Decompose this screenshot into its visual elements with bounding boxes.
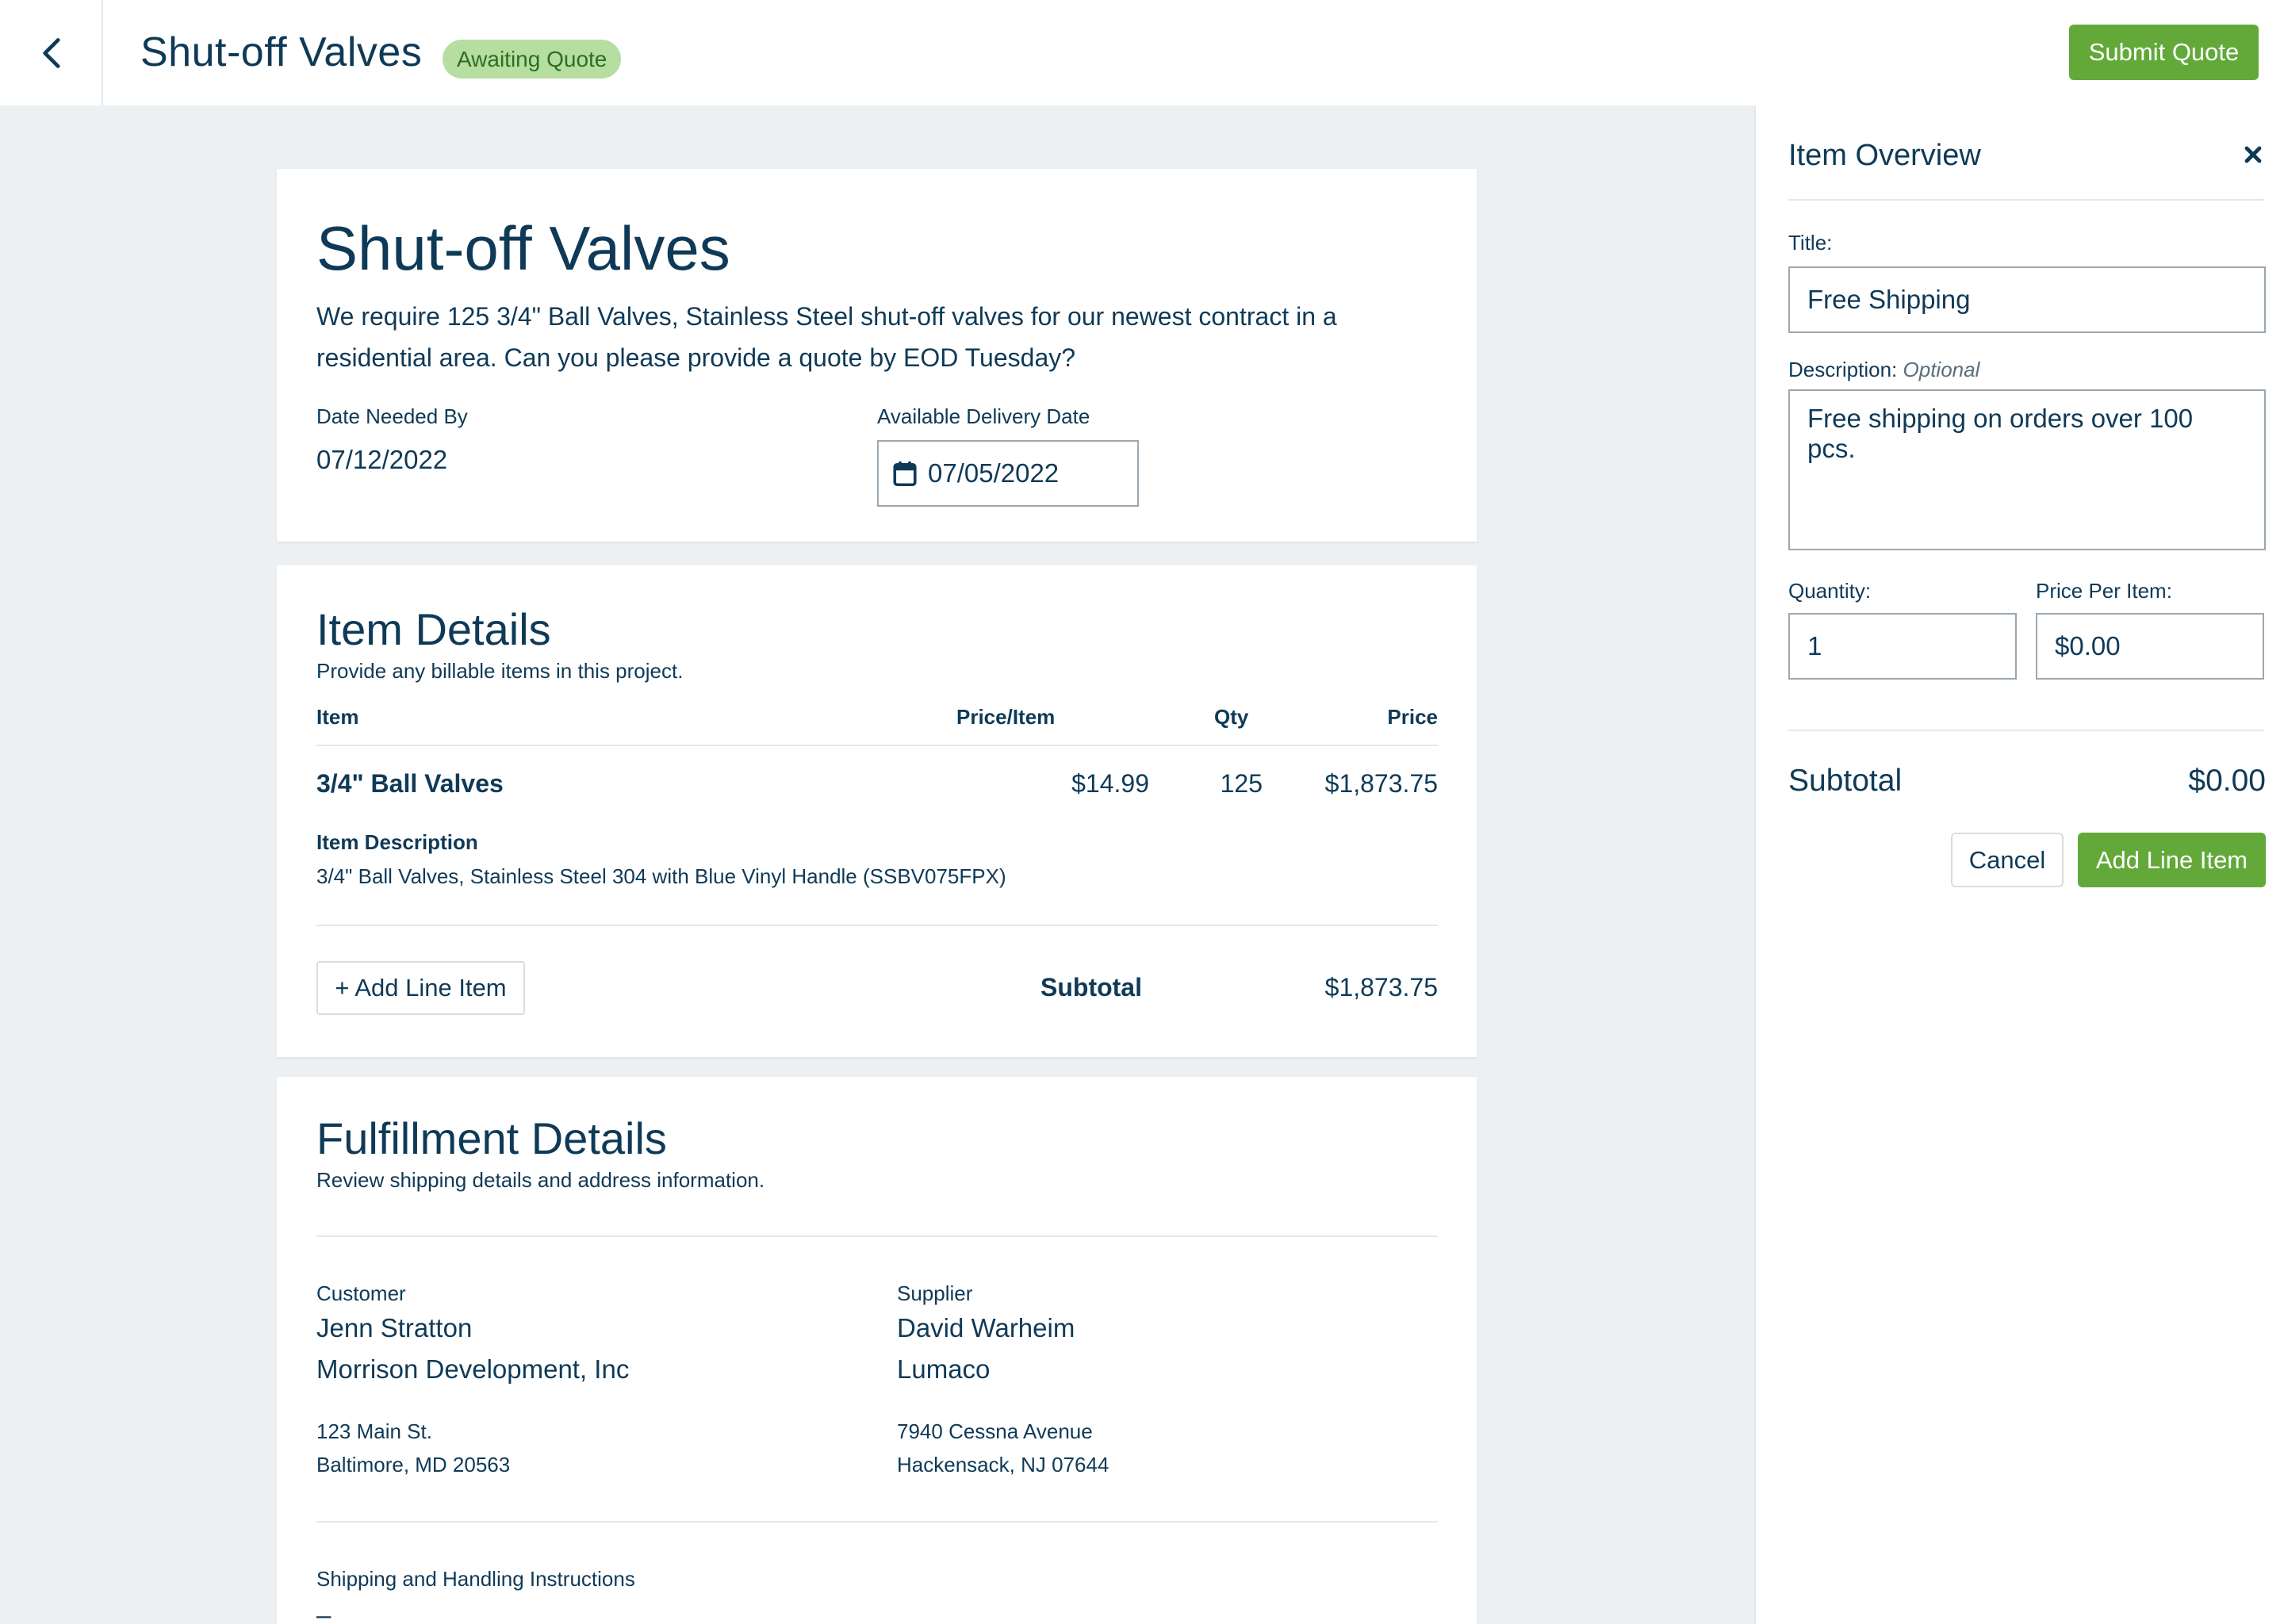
request-card: Shut-off Valves We require 125 3/4" Ball… bbox=[277, 169, 1477, 542]
chevron-left-icon bbox=[43, 37, 60, 68]
price-per-item-field-label: Price Per Item: bbox=[2036, 579, 2172, 603]
fulfillment-divider bbox=[316, 1235, 1438, 1237]
items-subtotal-label: Subtotal bbox=[1040, 973, 1142, 1002]
description-optional-text: Optional bbox=[1903, 358, 1980, 381]
description-label-text: Description: bbox=[1788, 358, 1898, 381]
supplier-company: Lumaco bbox=[897, 1354, 991, 1384]
item-qty: 125 bbox=[1220, 769, 1263, 798]
items-subtotal-value: $1,873.75 bbox=[1324, 973, 1438, 1002]
customer-address-line2: Baltimore, MD 20563 bbox=[316, 1453, 511, 1477]
customer-company: Morrison Development, Inc bbox=[316, 1354, 630, 1384]
title-field-label: Title: bbox=[1788, 231, 1833, 255]
item-details-subtitle: Provide any billable items in this proje… bbox=[316, 659, 684, 683]
supplier-address-line1: 7940 Cessna Avenue bbox=[897, 1419, 1093, 1443]
add-line-item-button[interactable]: + Add Line Item bbox=[316, 961, 525, 1015]
top-bar: Shut-off Valves Awaiting Quote Submit Qu… bbox=[0, 0, 2284, 105]
description-textarea[interactable]: Free shipping on orders over 100 pcs. bbox=[1788, 389, 2266, 550]
calendar-icon bbox=[893, 462, 917, 487]
cancel-button[interactable]: Cancel bbox=[1951, 833, 2064, 887]
col-header-price: Price bbox=[1387, 705, 1438, 729]
date-needed-value: 07/12/2022 bbox=[316, 445, 448, 474]
table-row-divider bbox=[316, 925, 1438, 926]
fulfillment-card: Fulfillment Details Review shipping deta… bbox=[277, 1077, 1477, 1624]
status-badge: Awaiting Quote bbox=[443, 40, 622, 79]
customer-address-line1: 123 Main St. bbox=[316, 1419, 432, 1443]
date-needed-label: Date Needed By bbox=[316, 404, 468, 428]
delivery-date-value: 07/05/2022 bbox=[928, 458, 1060, 488]
delivery-date-input[interactable]: 07/05/2022 bbox=[877, 440, 1139, 507]
delivery-date-label: Available Delivery Date bbox=[877, 404, 1090, 428]
col-header-item: Item bbox=[316, 705, 359, 729]
shipping-instructions-value: – bbox=[316, 1600, 331, 1624]
price-per-item-input[interactable]: $0.00 bbox=[2036, 613, 2264, 680]
item-description: 3/4" Ball Valves, Stainless Steel 304 wi… bbox=[316, 864, 1006, 888]
address-divider bbox=[316, 1521, 1438, 1522]
panel-subtotal-divider bbox=[1788, 730, 2264, 731]
description-field-label: Description: Optional bbox=[1788, 358, 1979, 382]
panel-header-divider bbox=[1788, 199, 2264, 201]
request-description: We require 125 3/4" Ball Valves, Stainle… bbox=[316, 302, 1337, 372]
item-price-per-item: $14.99 bbox=[1071, 769, 1149, 798]
table-header-divider bbox=[316, 745, 1438, 746]
request-title: Shut-off Valves bbox=[316, 213, 730, 283]
supplier-name: David Warheim bbox=[897, 1313, 1075, 1342]
col-header-qty: Qty bbox=[1214, 705, 1249, 729]
panel-title: Item Overview bbox=[1788, 139, 1981, 172]
supplier-label: Supplier bbox=[897, 1281, 973, 1305]
col-header-price-item: Price/Item bbox=[956, 705, 1056, 729]
panel-subtotal-value: $0.00 bbox=[2188, 764, 2266, 798]
shipping-instructions-label: Shipping and Handling Instructions bbox=[316, 1567, 635, 1591]
fulfillment-title: Fulfillment Details bbox=[316, 1113, 667, 1163]
supplier-address-line2: Hackensack, NJ 07644 bbox=[897, 1453, 1109, 1477]
description-textarea-value: Free shipping on orders over 100 pcs. bbox=[1807, 404, 2194, 463]
page-title: Shut-off Valves bbox=[140, 29, 423, 75]
main-content: Shut-off Valves We require 125 3/4" Ball… bbox=[0, 105, 1754, 1624]
customer-name: Jenn Stratton bbox=[316, 1313, 473, 1342]
price-per-item-input-value: $0.00 bbox=[2055, 631, 2121, 661]
title-input[interactable]: Free Shipping bbox=[1788, 266, 2266, 333]
item-overview-panel: Item Overview Title: Free Shipping Descr… bbox=[1754, 105, 2284, 1624]
item-name: 3/4" Ball Valves bbox=[316, 769, 504, 798]
fulfillment-subtitle: Review shipping details and address info… bbox=[316, 1168, 765, 1192]
back-button[interactable] bbox=[0, 0, 103, 105]
close-icon[interactable] bbox=[2244, 145, 2263, 164]
item-description-label: Item Description bbox=[316, 830, 478, 854]
customer-label: Customer bbox=[316, 1281, 406, 1305]
quantity-input[interactable]: 1 bbox=[1788, 613, 2017, 680]
add-line-item-confirm-button[interactable]: Add Line Item bbox=[2078, 833, 2266, 887]
submit-quote-button[interactable]: Submit Quote bbox=[2069, 25, 2259, 80]
quantity-field-label: Quantity: bbox=[1788, 579, 1872, 603]
quantity-input-value: 1 bbox=[1807, 631, 1822, 661]
item-details-card: Item Details Provide any billable items … bbox=[277, 565, 1477, 1057]
title-input-value: Free Shipping bbox=[1807, 285, 1971, 314]
item-price: $1,873.75 bbox=[1324, 769, 1438, 798]
item-details-title: Item Details bbox=[316, 604, 551, 654]
panel-subtotal-label: Subtotal bbox=[1788, 764, 1903, 798]
